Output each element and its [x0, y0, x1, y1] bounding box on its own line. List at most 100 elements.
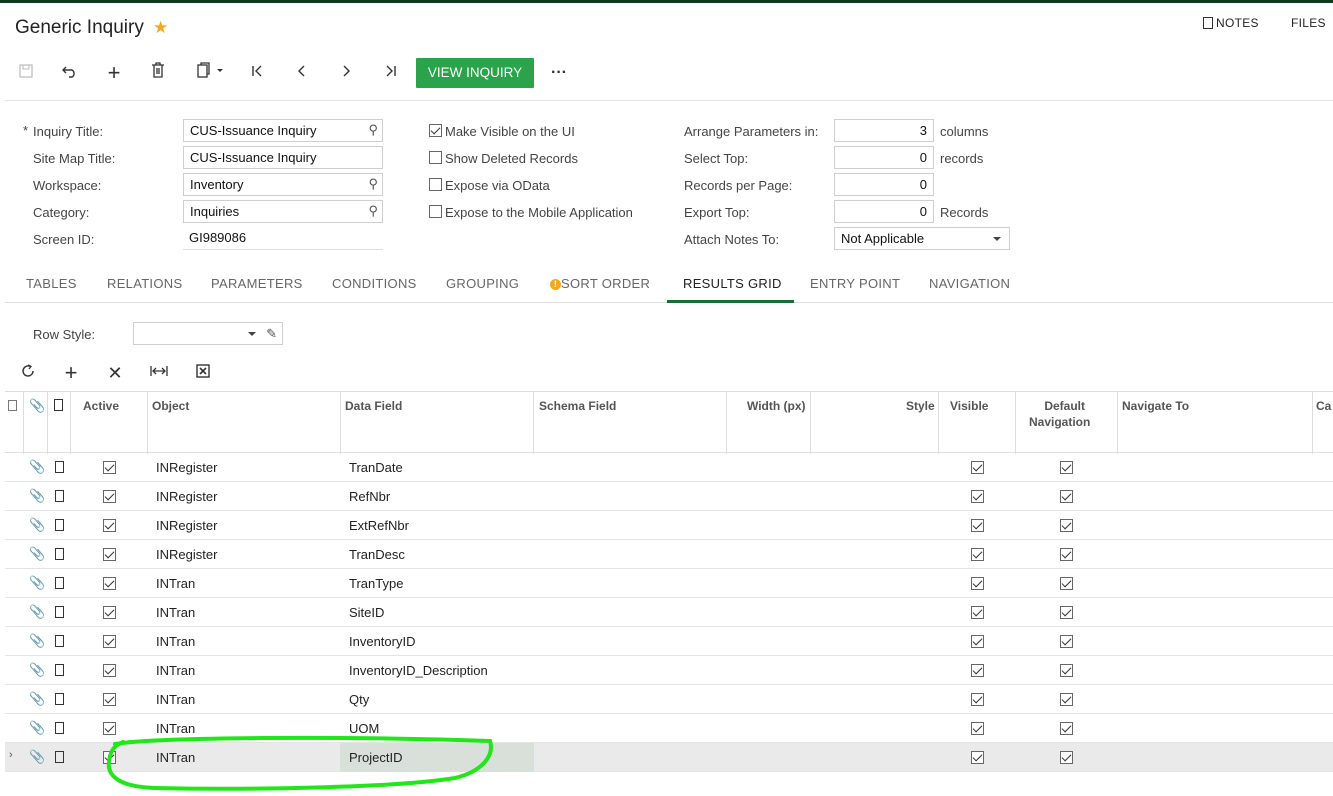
- note-icon[interactable]: [55, 722, 64, 734]
- active-checkbox[interactable]: [103, 519, 116, 535]
- previous-record-icon[interactable]: [290, 62, 314, 84]
- search-icon[interactable]: ⚲: [368, 203, 378, 219]
- delete-row-icon[interactable]: ✕: [103, 362, 127, 384]
- refresh-icon[interactable]: [16, 362, 40, 384]
- data-field-cell[interactable]: Qty: [349, 692, 369, 707]
- col-object[interactable]: Object: [152, 399, 189, 413]
- delete-icon[interactable]: [146, 62, 170, 84]
- visible-checkbox[interactable]: [971, 722, 984, 738]
- col-active[interactable]: Active: [83, 399, 119, 413]
- visible-checkbox[interactable]: [971, 577, 984, 593]
- attachment-icon[interactable]: 📎: [29, 517, 45, 533]
- expose-mobile-checkbox[interactable]: [429, 205, 442, 221]
- attachment-icon[interactable]: 📎: [29, 604, 45, 620]
- workspace-field[interactable]: Inventory ⚲: [183, 173, 383, 196]
- table-row[interactable]: 📎 INTran TranType: [5, 569, 1333, 598]
- visible-checkbox[interactable]: [971, 693, 984, 709]
- make-visible-checkbox[interactable]: [429, 124, 442, 140]
- attachment-icon[interactable]: 📎: [29, 546, 45, 562]
- show-deleted-checkbox[interactable]: [429, 151, 442, 167]
- default-navigation-checkbox[interactable]: [1060, 577, 1073, 593]
- search-icon[interactable]: ⚲: [368, 122, 378, 138]
- attach-notes-select[interactable]: Not Applicable: [834, 227, 1010, 250]
- table-row[interactable]: 📎 INRegister RefNbr: [5, 482, 1333, 511]
- active-checkbox[interactable]: [103, 461, 116, 477]
- object-cell[interactable]: INTran: [156, 605, 195, 620]
- visible-checkbox[interactable]: [971, 606, 984, 622]
- records-per-page-field[interactable]: 0: [834, 173, 934, 196]
- data-field-cell[interactable]: ProjectID: [349, 750, 402, 765]
- search-icon[interactable]: ⚲: [368, 176, 378, 192]
- active-checkbox[interactable]: [103, 606, 116, 622]
- last-record-icon[interactable]: [378, 62, 402, 84]
- data-field-cell[interactable]: TranType: [349, 576, 403, 591]
- favorite-star-icon[interactable]: ★: [153, 18, 168, 38]
- object-cell[interactable]: INRegister: [156, 518, 217, 533]
- files-link[interactable]: FILES: [1291, 16, 1326, 30]
- active-checkbox[interactable]: [103, 577, 116, 593]
- col-default-navigation[interactable]: Default Navigation: [1029, 399, 1090, 429]
- visible-checkbox[interactable]: [971, 490, 984, 506]
- default-navigation-checkbox[interactable]: [1060, 548, 1073, 564]
- tab-sort-order[interactable]: ! SORT ORDER: [550, 276, 650, 291]
- visible-checkbox[interactable]: [971, 635, 984, 651]
- data-field-cell[interactable]: ExtRefNbr: [349, 518, 409, 533]
- col-data-field[interactable]: Data Field: [345, 399, 402, 413]
- default-navigation-checkbox[interactable]: [1060, 693, 1073, 709]
- default-navigation-checkbox[interactable]: [1060, 664, 1073, 680]
- tab-navigation[interactable]: NAVIGATION: [929, 276, 1010, 291]
- data-field-cell[interactable]: InventoryID: [349, 634, 415, 649]
- note-icon[interactable]: [55, 635, 64, 647]
- table-row[interactable]: 📎 INTran Qty: [5, 685, 1333, 714]
- undo-icon[interactable]: [58, 62, 82, 84]
- visible-checkbox[interactable]: [971, 519, 984, 535]
- attachment-icon[interactable]: 📎: [29, 488, 45, 504]
- default-navigation-checkbox[interactable]: [1060, 461, 1073, 477]
- arrange-parameters-field[interactable]: 3: [834, 119, 934, 142]
- note-icon[interactable]: [55, 577, 64, 589]
- object-cell[interactable]: INRegister: [156, 460, 217, 475]
- data-field-cell[interactable]: RefNbr: [349, 489, 390, 504]
- data-field-cell[interactable]: SiteID: [349, 605, 384, 620]
- tab-conditions[interactable]: CONDITIONS: [332, 276, 417, 291]
- tab-results-grid[interactable]: RESULTS GRID: [683, 276, 782, 291]
- data-field-cell[interactable]: TranDesc: [349, 547, 405, 562]
- active-checkbox[interactable]: [103, 490, 116, 506]
- attachment-icon[interactable]: 📎: [29, 662, 45, 678]
- tab-tables[interactable]: TABLES: [26, 276, 77, 291]
- data-field-cell[interactable]: TranDate: [349, 460, 403, 475]
- attachment-icon[interactable]: 📎: [29, 575, 45, 591]
- row-selector-icon[interactable]: [8, 400, 17, 411]
- col-width[interactable]: Width (px): [747, 399, 806, 413]
- expose-odata-checkbox[interactable]: [429, 178, 442, 194]
- row-style-select[interactable]: ✎: [133, 322, 283, 345]
- note-icon[interactable]: [55, 548, 64, 560]
- object-cell[interactable]: INTran: [156, 663, 195, 678]
- tab-grouping[interactable]: GROUPING: [446, 276, 519, 291]
- object-cell[interactable]: INRegister: [156, 547, 217, 562]
- fit-columns-icon[interactable]: [147, 362, 171, 384]
- table-row[interactable]: 📎 INRegister ExtRefNbr: [5, 511, 1333, 540]
- table-row[interactable]: 📎 INRegister TranDesc: [5, 540, 1333, 569]
- notes-link[interactable]: NOTES: [1203, 16, 1259, 30]
- export-excel-icon[interactable]: [191, 362, 215, 384]
- col-schema-field[interactable]: Schema Field: [539, 399, 616, 413]
- object-cell[interactable]: INRegister: [156, 489, 217, 504]
- note-icon[interactable]: [55, 461, 64, 473]
- default-navigation-checkbox[interactable]: [1060, 519, 1073, 535]
- visible-checkbox[interactable]: [971, 664, 984, 680]
- col-visible[interactable]: Visible: [950, 399, 988, 413]
- default-navigation-checkbox[interactable]: [1060, 722, 1073, 738]
- tab-entry-point[interactable]: ENTRY POINT: [810, 276, 900, 291]
- default-navigation-checkbox[interactable]: [1060, 635, 1073, 651]
- visible-checkbox[interactable]: [971, 548, 984, 564]
- active-checkbox[interactable]: [103, 548, 116, 564]
- col-caption[interactable]: Ca: [1316, 399, 1331, 413]
- add-icon[interactable]: +: [102, 62, 126, 84]
- tab-relations[interactable]: RELATIONS: [107, 276, 182, 291]
- note-icon[interactable]: [55, 693, 64, 705]
- table-row[interactable]: 📎 INTran InventoryID: [5, 627, 1333, 656]
- inquiry-title-field[interactable]: CUS-Issuance Inquiry ⚲: [183, 119, 383, 142]
- attachment-icon[interactable]: 📎: [29, 633, 45, 649]
- attachment-icon[interactable]: 📎: [29, 749, 45, 765]
